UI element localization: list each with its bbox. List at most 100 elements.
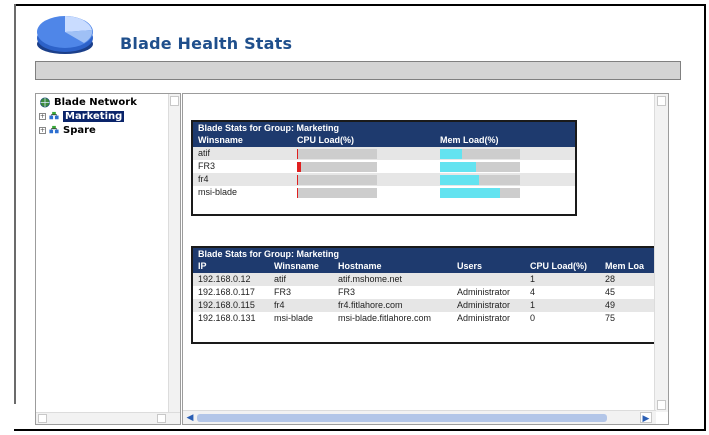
cpu-load-bar-fill: [297, 175, 298, 185]
table-row: 192.168.0.117 FR3 FR3 Administrator 4 45: [193, 286, 668, 299]
ip-cell: 192.168.0.115: [198, 300, 255, 310]
winsname-cell: atif: [198, 148, 211, 158]
col-header-cpu-load: CPU Load(%): [297, 135, 354, 145]
col-header-users: Users: [457, 261, 483, 271]
tree-root-label: Blade Network: [54, 97, 137, 108]
mem-load-bar: [440, 188, 520, 198]
scroll-right-button[interactable]: [157, 414, 166, 423]
mem-load-bar: [440, 175, 520, 185]
cpu-load-cell: 0: [530, 313, 536, 323]
app-logo-icon: [37, 16, 93, 54]
cpu-load-bar-fill: [297, 149, 298, 159]
ip-cell: 192.168.0.12: [198, 274, 251, 284]
expand-icon[interactable]: +: [39, 127, 46, 134]
winsname-cell: fr4: [198, 174, 209, 184]
winsname-cell: FR3: [274, 287, 292, 297]
mem-load-bar-fill: [440, 188, 500, 198]
window-bottom-border: [14, 429, 705, 431]
mem-load-bar-fill: [440, 175, 479, 185]
card-title: Blade Stats for Group: Marketing: [193, 248, 668, 260]
content-vertical-scrollbar[interactable]: [654, 94, 668, 412]
window-left-border: [14, 4, 16, 404]
load-rows: atif FR3 fr4 msi-blade: [193, 147, 575, 199]
expand-icon[interactable]: +: [39, 113, 46, 120]
cpu-load-bar-fill: [297, 188, 298, 198]
mem-load-cell: 49: [605, 300, 616, 310]
cpu-load-bar: [297, 188, 377, 198]
blade-details-card: Blade Stats for Group: Marketing IP Wins…: [191, 246, 668, 344]
ip-cell: 192.168.0.131: [198, 313, 256, 323]
col-header-hostname: Hostname: [338, 261, 382, 271]
ip-cell: 192.168.0.117: [198, 287, 255, 297]
stats-content-panel: Blade Stats for Group: Marketing Winsnam…: [182, 93, 669, 425]
mem-load-cell: 45: [605, 287, 616, 297]
tree-item-marketing[interactable]: + Marketing: [39, 110, 125, 123]
users-cell: Administrator: [457, 300, 511, 310]
mem-load-cell: 75: [605, 313, 616, 323]
tree-item-spare[interactable]: + Spare: [39, 124, 96, 137]
winsname-cell: msi-blade: [274, 313, 314, 323]
mem-load-bar-fill: [440, 149, 462, 159]
scroll-right-arrow-icon[interactable]: ▶: [640, 412, 652, 423]
col-header-mem-load: Mem Loa: [605, 261, 645, 271]
scroll-left-button[interactable]: [38, 414, 47, 423]
app-title: Blade Health Stats: [120, 34, 293, 53]
table-row: 192.168.0.12 atif atif.mshome.net 1 28: [193, 273, 668, 286]
cpu-load-bar: [297, 149, 377, 159]
detail-rows: 192.168.0.12 atif atif.mshome.net 1 28 192.16…: [193, 273, 668, 325]
hostname-cell: FR3: [338, 287, 356, 297]
card-title: Blade Stats for Group: Marketing: [193, 122, 575, 134]
table-row: msi-blade: [193, 186, 575, 199]
hostname-cell: atif.mshome.net: [338, 274, 403, 284]
window-right-border: [704, 4, 706, 431]
content-horizontal-scrollbar[interactable]: ◀ ▶: [183, 410, 656, 424]
col-header-winsname: Winsname: [274, 261, 319, 271]
cpu-load-bar-fill: [297, 162, 301, 172]
table-row: atif: [193, 147, 575, 160]
scroll-thumb[interactable]: [197, 414, 607, 422]
col-header-mem-load: Mem Load(%): [440, 135, 499, 145]
blade-group-icon: [49, 111, 59, 120]
table-row: fr4: [193, 173, 575, 186]
scroll-up-button[interactable]: [170, 96, 179, 106]
table-row: FR3: [193, 160, 575, 173]
application-window: Blade Health Stats Blade Network + Marke…: [0, 0, 709, 435]
col-header-cpu-load: CPU Load(%): [530, 261, 587, 271]
network-tree-panel: Blade Network + Marketing + Spare: [35, 93, 181, 425]
mem-load-bar-fill: [440, 162, 476, 172]
mem-load-bar: [440, 149, 520, 159]
table-row: 192.168.0.131 msi-blade msi-blade.fitlahor…: [193, 312, 668, 325]
app-header: Blade Health Stats: [22, 8, 682, 58]
tree-item-label: Marketing: [63, 111, 125, 122]
users-cell: Administrator: [457, 287, 511, 297]
mem-load-bar: [440, 162, 520, 172]
hostname-cell: fr4.fitlahore.com: [338, 300, 403, 310]
tree-vertical-scrollbar[interactable]: [168, 94, 180, 412]
tree-horizontal-scrollbar[interactable]: [36, 412, 180, 424]
table-row: 192.168.0.115 fr4 fr4.fitlahore.com Adminis…: [193, 299, 668, 312]
col-header-winsname: Winsname: [198, 135, 243, 145]
col-header-ip: IP: [198, 261, 207, 271]
table-header-row: Winsname CPU Load(%) Mem Load(%): [193, 134, 575, 147]
cpu-load-cell: 1: [530, 274, 536, 284]
scroll-up-button[interactable]: [657, 96, 666, 106]
cpu-load-bar: [297, 175, 377, 185]
hostname-cell: msi-blade.fitlahore.com: [338, 313, 432, 323]
tree-root-node[interactable]: Blade Network: [39, 96, 137, 109]
network-globe-icon: [40, 97, 50, 108]
cpu-load-cell: 1: [530, 300, 536, 310]
scroll-left-arrow-icon[interactable]: ◀: [185, 412, 195, 423]
winsname-cell: FR3: [198, 161, 216, 171]
users-cell: Administrator: [457, 313, 511, 323]
cpu-load-bar: [297, 162, 377, 172]
scroll-down-button[interactable]: [657, 400, 666, 410]
window-top-border: [14, 4, 705, 6]
winsname-cell: atif: [274, 274, 287, 284]
tree-item-label: Spare: [63, 125, 96, 136]
blade-group-icon: [49, 125, 59, 134]
winsname-cell: msi-blade: [198, 187, 238, 197]
toolbar-strip: [35, 61, 681, 80]
cpu-load-cell: 4: [530, 287, 536, 297]
winsname-cell: fr4: [274, 300, 285, 310]
table-header-row: IP Winsname Hostname Users CPU Load(%) M…: [193, 260, 668, 273]
